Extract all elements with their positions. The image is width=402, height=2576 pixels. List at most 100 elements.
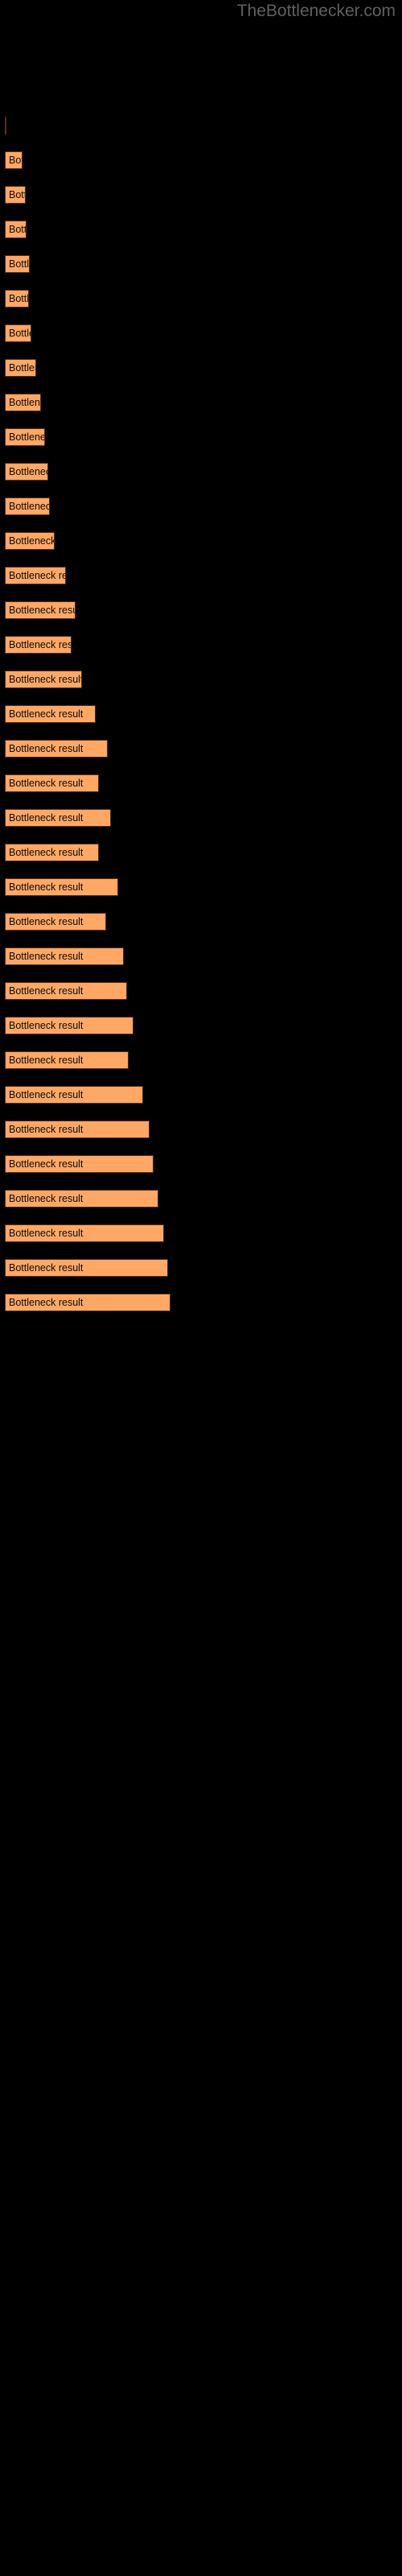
bar-label: Bottleneck result — [9, 743, 84, 754]
bar-row: Bottleneck result — [0, 740, 402, 758]
bar-label: Bottleneck result — [9, 951, 84, 962]
bar-row: Bottleneck result — [0, 844, 402, 861]
bar-chart-plot-area: Bottleneck result Bottleneck result Bottle… — [0, 0, 402, 2576]
chart-page: TheBottlenecker.com Bottleneck resultBot… — [0, 0, 402, 2576]
bar-label: Bottleneck result — [9, 1020, 84, 1031]
bar-row: Bottleneck result — [0, 428, 402, 446]
bar: Bottleneck result — [5, 982, 127, 1000]
bar-label: Bottleneck result — [9, 881, 84, 893]
bar: Bottleneck result — [5, 428, 45, 446]
bar-row: Bottleneck result — [0, 982, 402, 1000]
bar-label: Bottleneck result — [9, 293, 29, 304]
bar-label: Bottleneck result — [9, 570, 65, 581]
bar: Bottleneck result — [5, 774, 99, 792]
bar-label: Bottleneck result — [9, 362, 35, 374]
bar: Bottleneck result — [5, 671, 82, 688]
bar-row: Bottleneck result — [0, 636, 402, 654]
bar-row: Bottleneck result — [0, 1121, 402, 1138]
bar-label: Bottleneck result — [9, 916, 84, 927]
bar-row: Bottleneck result — [0, 497, 402, 515]
bar-label: Bottleneck result — [9, 674, 82, 685]
bar-label: Bottleneck result — [9, 847, 84, 858]
bar-row: Bottleneck result — [0, 151, 402, 169]
bar-row: Bottleneck result — [0, 913, 402, 931]
bar-row: Bottleneck result — [0, 1190, 402, 1208]
bar: Bottleneck result — [5, 117, 6, 134]
bar-row: Bottleneck result — [0, 532, 402, 550]
bar-label: Bottleneck result — [9, 639, 72, 650]
bar: Bottleneck result — [5, 1051, 129, 1069]
bar-row: Bottleneck result — [0, 1155, 402, 1173]
bar: Bottleneck result — [5, 947, 124, 965]
bar-row: Bottleneck result — [0, 186, 402, 204]
bar-label: Bottleneck result — [9, 501, 49, 512]
bar-row: Bottleneck result — [0, 1224, 402, 1242]
bar: Bottleneck result — [5, 844, 99, 861]
bar-label: Bottleneck result — [9, 466, 47, 477]
bar: Bottleneck result — [5, 221, 27, 238]
bar: Bottleneck result — [5, 1190, 158, 1208]
bar-row: Bottleneck result — [0, 117, 402, 134]
bar-row: Bottleneck result — [0, 221, 402, 238]
bar-label: Bottleneck result — [9, 985, 84, 997]
bar-row: Bottleneck result — [0, 1259, 402, 1277]
bar: Bottleneck result — [5, 878, 118, 896]
bar: Bottleneck result — [5, 359, 36, 377]
bar: Bottleneck result — [5, 324, 31, 342]
bar: Bottleneck result — [5, 151, 23, 169]
bar-label: Bottleneck result — [9, 1228, 84, 1239]
bar-row: Bottleneck result — [0, 255, 402, 273]
bar-label: Bottleneck result — [9, 1055, 84, 1066]
bar-row: Bottleneck result — [0, 705, 402, 723]
bar-row: Bottleneck result — [0, 463, 402, 481]
bar-row: Bottleneck result — [0, 359, 402, 377]
bar-label: Bottleneck result — [9, 1158, 84, 1170]
bar: Bottleneck result — [5, 1086, 143, 1104]
bar: Bottleneck result — [5, 1017, 133, 1034]
bar: Bottleneck result — [5, 255, 30, 273]
bar-label: Bottleneck result — [9, 328, 31, 339]
bar: Bottleneck result — [5, 1294, 170, 1311]
bar-row: Bottleneck result — [0, 809, 402, 827]
bar-row: Bottleneck result — [0, 394, 402, 411]
bar: Bottleneck result — [5, 532, 55, 550]
bar-label: Bottleneck result — [9, 708, 84, 720]
bar: Bottleneck result — [5, 463, 48, 481]
bar-label: Bottleneck result — [9, 224, 27, 235]
bar-label: Bottleneck result — [9, 397, 40, 408]
bar-label: Bottleneck result — [9, 258, 30, 270]
bar-label: Bottleneck result — [9, 812, 84, 824]
bar-label: Bottleneck result — [9, 605, 75, 616]
bar-label: Bottleneck result — [9, 1262, 84, 1274]
bar: Bottleneck result — [5, 186, 26, 204]
bar-label: Bottleneck result — [9, 1089, 84, 1100]
bar: Bottleneck result — [5, 705, 96, 723]
bar-label: Bottleneck result — [9, 431, 44, 443]
bar: Bottleneck result — [5, 1259, 168, 1277]
bar: Bottleneck result — [5, 290, 29, 308]
bar: Bottleneck result — [5, 1155, 154, 1173]
bar: Bottleneck result — [5, 1121, 150, 1138]
bar: Bottleneck result — [5, 497, 50, 515]
bar-row: Bottleneck result — [0, 1017, 402, 1034]
bar-row: Bottleneck result — [0, 878, 402, 896]
bar-label: Bottleneck result — [9, 535, 55, 547]
bar-row: Bottleneck result — [0, 567, 402, 584]
bar: Bottleneck result — [5, 601, 76, 619]
bar-label: Bottleneck result — [9, 778, 84, 789]
bar-row: Bottleneck result — [0, 324, 402, 342]
bar-row: Bottleneck result — [0, 1051, 402, 1069]
bar-label: Bottleneck result — [9, 1193, 84, 1204]
bar: Bottleneck result — [5, 1224, 164, 1242]
bar-row: Bottleneck result — [0, 601, 402, 619]
bar-row: Bottleneck result — [0, 1086, 402, 1104]
bar-row: Bottleneck result — [0, 774, 402, 792]
bar-row: Bottleneck result — [0, 1294, 402, 1311]
bar-label: Bottleneck result — [9, 155, 22, 166]
bar: Bottleneck result — [5, 740, 108, 758]
bar-row: Bottleneck result — [0, 947, 402, 965]
bar-row: Bottleneck result — [0, 290, 402, 308]
bar: Bottleneck result — [5, 636, 72, 654]
bar: Bottleneck result — [5, 394, 41, 411]
bar-label: Bottleneck result — [9, 1124, 84, 1135]
